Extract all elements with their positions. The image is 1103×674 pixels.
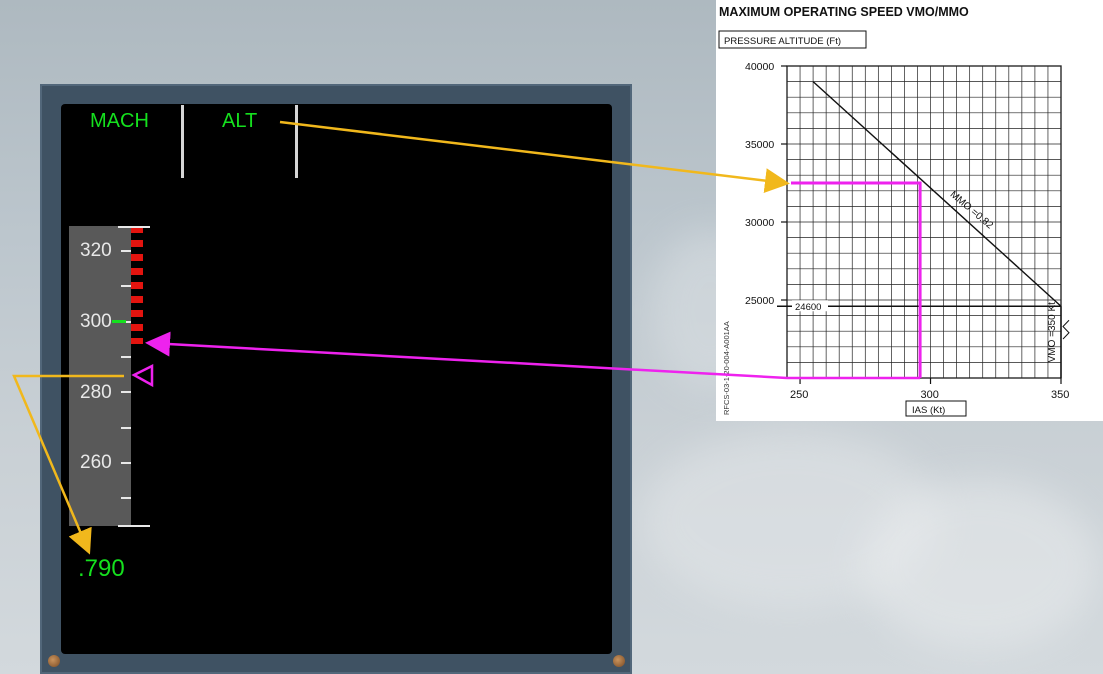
arrow-speed-to-mach [12,374,124,555]
arrow-chart-to-tape [145,331,788,380]
vmo-speed-bug [131,363,154,388]
annotations [12,120,922,555]
magenta-reading-path [791,181,922,378]
arrow-alt-to-chart [279,120,790,194]
annotation-overlay [12,120,922,555]
